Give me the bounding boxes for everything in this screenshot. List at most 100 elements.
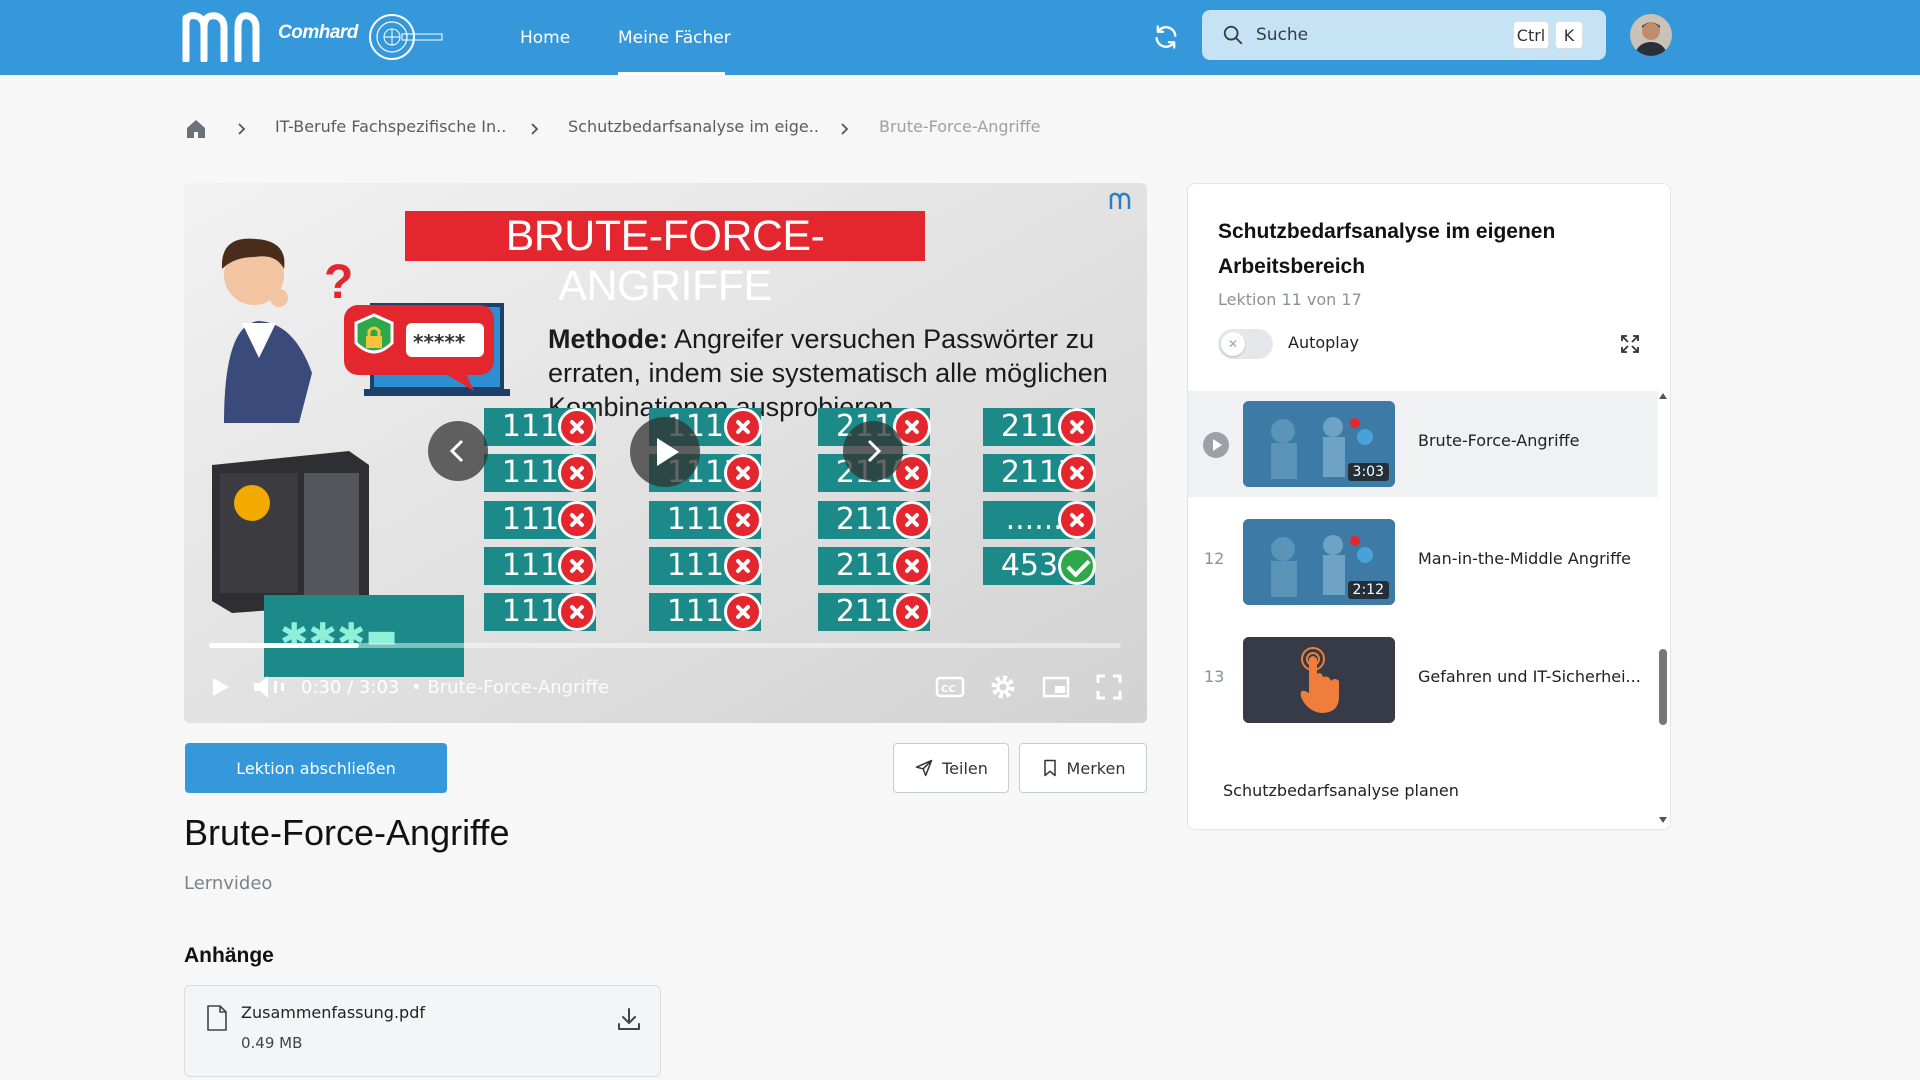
- attachments-heading: Anhänge: [184, 944, 274, 967]
- failed-attempt-x-icon: [724, 547, 762, 585]
- complete-lesson-button[interactable]: Lektion abschließen: [185, 743, 447, 793]
- failed-attempt-x-icon: [724, 408, 762, 446]
- failed-attempt-x-icon: [724, 593, 762, 631]
- volume-icon[interactable]: [250, 671, 288, 703]
- failed-attempt-x-icon: [893, 547, 931, 585]
- brand-name: Comhard: [278, 22, 358, 43]
- lesson-item-active[interactable]: 3:03 Brute-Force-Angriffe: [1188, 391, 1658, 497]
- failed-attempt-x-icon: [558, 408, 596, 446]
- lesson-item-title[interactable]: Gefahren und IT-Sicherhei...: [1418, 667, 1641, 686]
- failed-attempt-x-icon: [1058, 454, 1096, 492]
- lesson-item[interactable]: 13 Gefahren und IT-Sicherhei...: [1188, 627, 1658, 733]
- method-label: Methode:: [548, 324, 668, 354]
- failed-attempt-x-icon: [724, 454, 762, 492]
- autoplay-toggle[interactable]: ✕: [1218, 329, 1273, 359]
- svg-text:?: ?: [324, 256, 353, 309]
- picture-in-picture-icon[interactable]: [1040, 671, 1072, 703]
- svg-text:✱✱✱▬: ✱✱✱▬: [280, 616, 398, 656]
- course-playlist-panel: Schutzbedarfsanalyse im eigenen Arbeitsb…: [1187, 183, 1671, 830]
- lesson-counter: Lektion 11 von 17: [1218, 290, 1362, 309]
- playlist-title: Schutzbedarfsanalyse im eigenen Arbeitsb…: [1218, 220, 1556, 278]
- play-icon[interactable]: [204, 671, 236, 703]
- lesson-item-title[interactable]: Brute-Force-Angriffe: [1418, 431, 1579, 450]
- lesson-duration: 2:12: [1347, 581, 1389, 599]
- video-progress-bar[interactable]: [209, 643, 1121, 648]
- nav-home[interactable]: Home: [520, 0, 570, 75]
- failed-attempt-x-icon: [893, 501, 931, 539]
- lesson-duration: 3:03: [1347, 463, 1389, 481]
- breadcrumb-module[interactable]: Schutzbedarfsanalyse im eige..: [568, 117, 819, 141]
- fullscreen-icon[interactable]: [1093, 671, 1125, 703]
- scroll-down-arrow[interactable]: [1659, 817, 1667, 823]
- share-button[interactable]: Teilen: [893, 743, 1009, 793]
- previous-slide-button[interactable]: [428, 421, 488, 481]
- share-label: Teilen: [942, 758, 988, 778]
- chevron-right-icon: [841, 123, 849, 135]
- lesson-thumbnail[interactable]: 3:03: [1243, 401, 1395, 487]
- video-slide-title: BRUTE-FORCE-ANGRIFFE: [505, 212, 825, 310]
- attachment-item[interactable]: Zusammenfassung.pdf 0.49 MB: [184, 985, 661, 1077]
- lesson-index: 13: [1204, 667, 1225, 686]
- send-icon: [915, 759, 933, 777]
- lesson-index: 12: [1204, 549, 1225, 568]
- next-slide-button[interactable]: [843, 421, 903, 481]
- sync-icon[interactable]: [1152, 23, 1180, 51]
- top-navigation-bar: Comhard Home Meine Fächer Suche Ctrl K: [0, 0, 1920, 75]
- app-logo[interactable]: [182, 10, 260, 62]
- failed-attempt-x-icon: [1058, 408, 1096, 446]
- attachment-size: 0.49 MB: [241, 1034, 303, 1052]
- failed-attempt-x-icon: [558, 501, 596, 539]
- user-avatar[interactable]: [1630, 14, 1672, 56]
- svg-text:CC: CC: [941, 684, 956, 695]
- bookmark-icon: [1043, 759, 1056, 777]
- lesson-type: Lernvideo: [184, 873, 273, 894]
- shortcut-key-k: K: [1555, 21, 1583, 49]
- svg-text:*****: *****: [413, 330, 466, 354]
- video-time: 0:30 / 3:03: [301, 677, 400, 698]
- video-progress-fill: [209, 643, 359, 648]
- playlist-scrollbar-thumb[interactable]: [1659, 649, 1667, 725]
- settings-gear-icon[interactable]: [987, 671, 1019, 703]
- lesson-item[interactable]: 12 2:12 Man-in-the-Middle Angriffe: [1188, 509, 1658, 615]
- download-icon[interactable]: [615, 1005, 643, 1033]
- failed-attempt-x-icon: [1058, 501, 1096, 539]
- shortcut-key-ctrl: Ctrl: [1513, 21, 1549, 49]
- tap-hand-icon: [1243, 637, 1395, 723]
- expand-icon[interactable]: [1618, 332, 1642, 356]
- success-check-icon: [1058, 547, 1096, 585]
- toggle-knob: ✕: [1221, 332, 1245, 356]
- lesson-title: Brute-Force-Angriffe: [184, 812, 510, 853]
- failed-attempt-x-icon: [558, 547, 596, 585]
- chevron-right-icon: [531, 123, 539, 135]
- bookmark-label: Merken: [1066, 758, 1126, 778]
- failed-attempt-x-icon: [558, 454, 596, 492]
- lesson-thumbnail[interactable]: [1243, 637, 1395, 723]
- breadcrumb-current: Brute-Force-Angriffe: [879, 117, 1041, 136]
- next-section-title[interactable]: Schutzbedarfsanalyse planen: [1223, 781, 1459, 800]
- play-icon: [657, 438, 679, 466]
- failed-attempt-x-icon: [558, 593, 596, 631]
- file-icon: [207, 1005, 227, 1031]
- search-bar[interactable]: Suche Ctrl K: [1202, 10, 1606, 60]
- lesson-thumbnail[interactable]: 2:12: [1243, 519, 1395, 605]
- lesson-item-title[interactable]: Man-in-the-Middle Angriffe: [1418, 549, 1631, 568]
- failed-attempt-x-icon: [893, 593, 931, 631]
- failed-attempt-x-icon: [724, 501, 762, 539]
- nav-active-indicator: [618, 72, 725, 75]
- bookmark-button[interactable]: Merken: [1019, 743, 1147, 793]
- search-placeholder[interactable]: Suche: [1256, 25, 1308, 45]
- video-player[interactable]: ? ***** ✱✱✱▬ BRUTE-FORCE-ANGRIFFE Method…: [184, 183, 1147, 723]
- search-icon: [1223, 25, 1243, 45]
- europa-lehrmittel-seal: [369, 14, 443, 60]
- video-chapter-label: • Brute-Force-Angriffe: [411, 677, 609, 698]
- nav-meine-faecher[interactable]: Meine Fächer: [618, 0, 731, 75]
- home-icon[interactable]: [184, 117, 208, 141]
- attachment-name[interactable]: Zusammenfassung.pdf: [241, 1003, 425, 1022]
- breadcrumb-course[interactable]: IT-Berufe Fachspezifische In..: [275, 117, 506, 141]
- captions-icon[interactable]: CC: [934, 671, 966, 703]
- big-play-button[interactable]: [630, 417, 700, 487]
- scroll-up-arrow[interactable]: [1659, 393, 1667, 399]
- now-playing-icon: [1203, 432, 1229, 458]
- chevron-right-icon: [867, 439, 882, 463]
- lesson-list: 3:03 Brute-Force-Angriffe 12 2:12 Man-in…: [1188, 391, 1658, 829]
